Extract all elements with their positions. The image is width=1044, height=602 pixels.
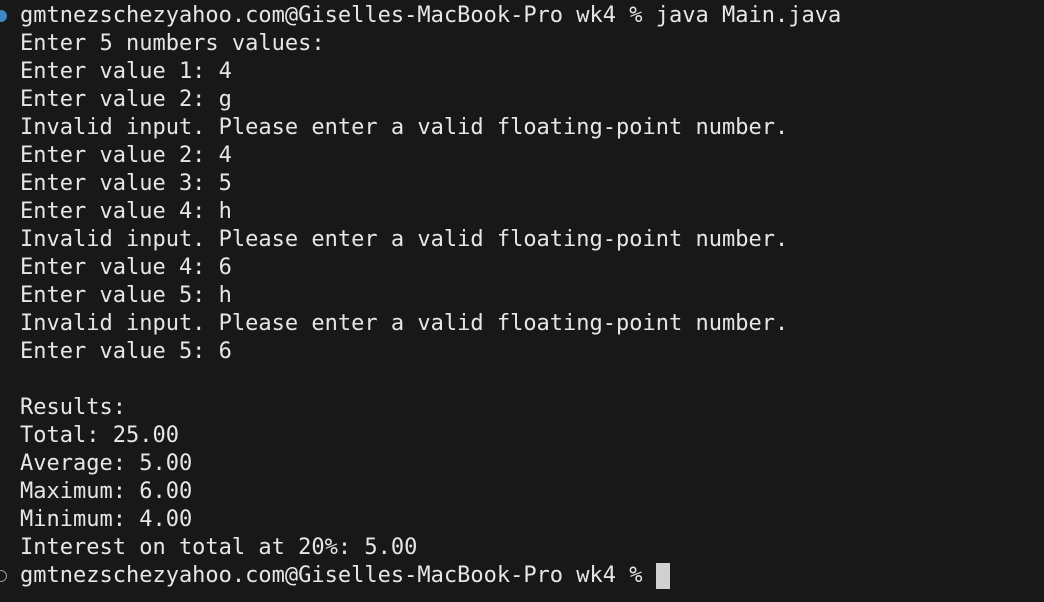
command-prompt-line: gmtnezschezyahoo.com@Giselles-MacBook-Pr… — [20, 3, 842, 28]
results-heading: Results: — [20, 395, 126, 420]
output-line: Enter value 4: h — [20, 199, 232, 224]
terminal-window[interactable]: gmtnezschezyahoo.com@Giselles-MacBook-Pr… — [0, 0, 1044, 602]
output-line: Enter value 5: 6 — [20, 339, 232, 364]
output-line: Enter value 3: 5 — [20, 171, 232, 196]
output-line: Enter value 4: 6 — [20, 255, 232, 280]
result-minimum: Minimum: 4.00 — [20, 507, 193, 532]
output-line: Enter value 5: h — [20, 283, 232, 308]
result-interest: Interest on total at 20%: 5.00 — [20, 535, 418, 560]
pending-command-decoration-icon[interactable] — [0, 570, 7, 582]
output-line: Enter value 1: 4 — [20, 59, 232, 84]
output-line: Enter value 2: 4 — [20, 143, 232, 168]
result-total: Total: 25.00 — [20, 423, 179, 448]
output-line: Enter value 2: g — [20, 87, 232, 112]
terminal-cursor — [655, 563, 670, 589]
output-line: Invalid input. Please enter a valid floa… — [20, 115, 789, 140]
result-average: Average: 5.00 — [20, 451, 193, 476]
output-line: Invalid input. Please enter a valid floa… — [20, 227, 789, 252]
final-prompt-text: gmtnezschezyahoo.com@Giselles-MacBook-Pr… — [20, 563, 656, 588]
output-line: Invalid input. Please enter a valid floa… — [20, 311, 789, 336]
command-success-decoration-icon[interactable] — [0, 10, 7, 22]
active-prompt-line[interactable]: gmtnezschezyahoo.com@Giselles-MacBook-Pr… — [20, 562, 670, 590]
result-maximum: Maximum: 6.00 — [20, 479, 193, 504]
output-line: Enter 5 numbers values: — [20, 31, 325, 56]
